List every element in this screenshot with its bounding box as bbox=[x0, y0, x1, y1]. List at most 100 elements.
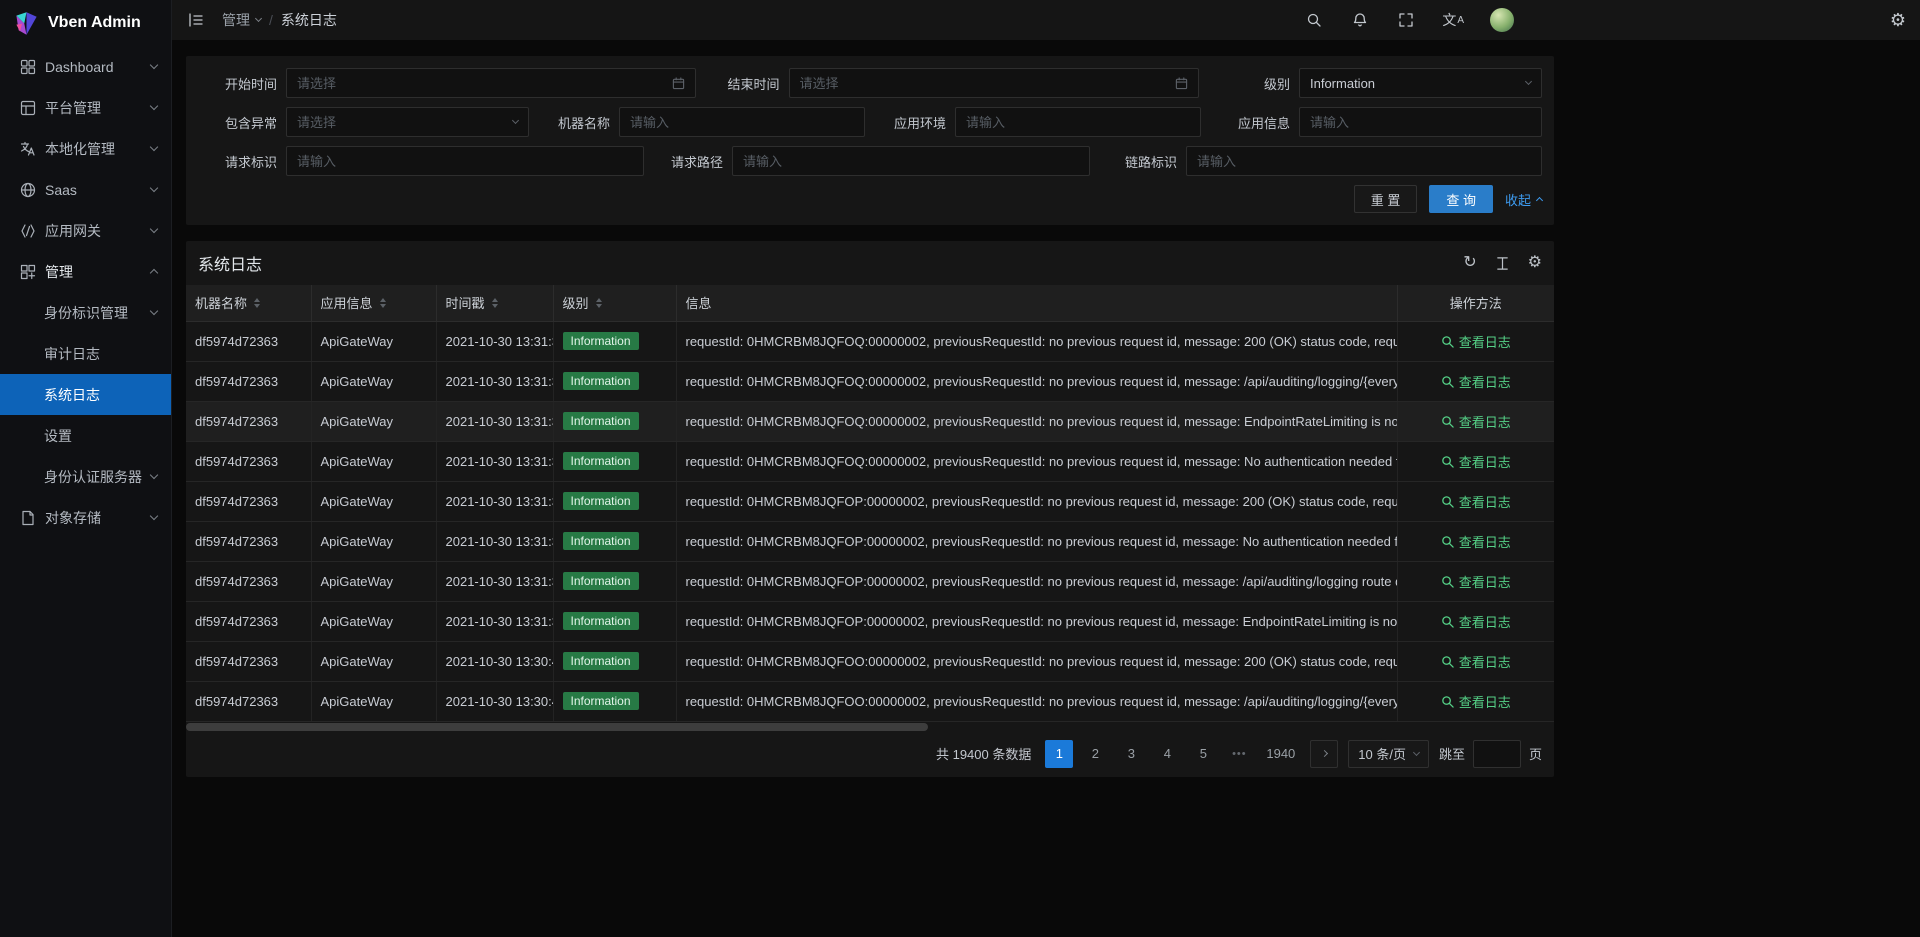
menu-fold-icon[interactable] bbox=[186, 10, 206, 30]
start-time-datepicker[interactable] bbox=[286, 68, 696, 98]
log-table: 机器名称应用信息时间戳级别信息操作方法 df5974d72363ApiGateW… bbox=[186, 285, 1554, 722]
cell-actions: 查看日志 bbox=[1397, 481, 1554, 521]
filter-include-exception: 包含异常 bbox=[198, 107, 529, 137]
sidebar-item-5-2[interactable]: 系统日志 bbox=[0, 374, 171, 415]
sidebar-item-label: 对象存储 bbox=[45, 508, 151, 528]
request-path-input[interactable] bbox=[743, 154, 1079, 169]
trace-id-field[interactable] bbox=[1186, 146, 1542, 176]
column-header-3[interactable]: 级别 bbox=[553, 285, 676, 321]
view-log-button[interactable]: 查看日志 bbox=[1441, 332, 1511, 351]
search-button[interactable]: 查 询 bbox=[1429, 185, 1493, 213]
filter-label: 机器名称 bbox=[531, 113, 619, 132]
jump-page-input[interactable] bbox=[1473, 740, 1521, 768]
view-log-button[interactable]: 查看日志 bbox=[1441, 692, 1511, 711]
app-env-input[interactable] bbox=[966, 115, 1190, 130]
view-log-button[interactable]: 查看日志 bbox=[1441, 492, 1511, 511]
magnifier-icon bbox=[1441, 695, 1454, 708]
sidebar-item-5[interactable]: 管理 bbox=[0, 251, 171, 292]
column-label: 应用信息 bbox=[321, 293, 373, 312]
include-exception-select[interactable] bbox=[286, 107, 529, 137]
end-time-input[interactable] bbox=[800, 76, 1169, 91]
view-log-button[interactable]: 查看日志 bbox=[1441, 452, 1511, 471]
column-height-icon[interactable] bbox=[1495, 256, 1510, 271]
pagination-page-4[interactable]: 4 bbox=[1153, 740, 1181, 768]
pagination-page-5[interactable]: 5 bbox=[1189, 740, 1217, 768]
sidebar-item-5-1[interactable]: 审计日志 bbox=[0, 333, 171, 374]
sidebar-item-label: 身份标识管理 bbox=[44, 303, 151, 323]
cell-level: Information bbox=[553, 601, 676, 641]
search-icon[interactable] bbox=[1304, 10, 1324, 30]
app-env-field[interactable] bbox=[955, 107, 1201, 137]
view-log-button[interactable]: 查看日志 bbox=[1441, 372, 1511, 391]
request-id-input[interactable] bbox=[297, 154, 633, 169]
scrollbar-thumb[interactable] bbox=[186, 723, 928, 731]
settings-gear-icon[interactable]: ⚙ bbox=[1888, 10, 1908, 30]
include-exception-value[interactable] bbox=[297, 115, 507, 130]
sidebar-item-4[interactable]: 应用网关 bbox=[0, 210, 171, 251]
column-header-0[interactable]: 机器名称 bbox=[186, 285, 311, 321]
sidebar-item-5-0[interactable]: 身份标识管理 bbox=[0, 292, 171, 333]
level-select-value[interactable] bbox=[1310, 76, 1520, 91]
app-info-field[interactable] bbox=[1299, 107, 1542, 137]
cell-machine-name: df5974d72363 bbox=[186, 441, 311, 481]
column-label: 时间戳 bbox=[446, 293, 485, 312]
sort-carets-icon bbox=[380, 298, 386, 308]
column-label: 操作方法 bbox=[1450, 293, 1502, 312]
page-size-select[interactable]: 10 条/页 bbox=[1348, 740, 1429, 768]
magnifier-icon bbox=[1441, 615, 1454, 628]
pagination-pages: 12345•••1940 bbox=[1045, 740, 1300, 768]
cell-actions: 查看日志 bbox=[1397, 361, 1554, 401]
table-row: df5974d72363ApiGateWay2021-10-30 13:31:3… bbox=[186, 561, 1554, 601]
request-path-field[interactable] bbox=[732, 146, 1090, 176]
notification-bell-icon[interactable] bbox=[1350, 10, 1370, 30]
request-id-field[interactable] bbox=[286, 146, 644, 176]
logo[interactable]: Vben Admin bbox=[0, 0, 171, 46]
app-title: Vben Admin bbox=[48, 14, 141, 32]
view-log-button[interactable]: 查看日志 bbox=[1441, 572, 1511, 591]
column-header-2[interactable]: 时间戳 bbox=[436, 285, 553, 321]
sidebar-item-6[interactable]: 对象存储 bbox=[0, 497, 171, 538]
cell-level: Information bbox=[553, 481, 676, 521]
translate-icon[interactable]: 文A bbox=[1442, 10, 1464, 30]
cell-app-info: ApiGateWay bbox=[311, 681, 436, 721]
sidebar-item-5-4[interactable]: 身份认证服务器 bbox=[0, 456, 171, 497]
sidebar-item-5-3[interactable]: 设置 bbox=[0, 415, 171, 456]
pagination-next-button[interactable] bbox=[1310, 740, 1338, 768]
collapse-link[interactable]: 收起 bbox=[1505, 190, 1542, 209]
trace-id-input[interactable] bbox=[1197, 154, 1531, 169]
breadcrumb-parent[interactable]: 管理 bbox=[222, 10, 261, 30]
sidebar-item-1[interactable]: 平台管理 bbox=[0, 87, 171, 128]
column-settings-gear-icon[interactable]: ⚙ bbox=[1528, 255, 1542, 271]
sidebar-item-3[interactable]: Saas bbox=[0, 169, 171, 210]
end-time-datepicker[interactable] bbox=[789, 68, 1199, 98]
sidebar-item-label: Saas bbox=[45, 182, 151, 198]
view-log-button[interactable]: 查看日志 bbox=[1441, 652, 1511, 671]
pagination-page-1[interactable]: 1 bbox=[1045, 740, 1073, 768]
pagination-page-1940[interactable]: 1940 bbox=[1261, 740, 1300, 768]
horizontal-scrollbar[interactable] bbox=[186, 722, 1554, 733]
pagination-page-2[interactable]: 2 bbox=[1081, 740, 1109, 768]
sidebar-item-label: Dashboard bbox=[45, 59, 151, 75]
view-log-button[interactable]: 查看日志 bbox=[1441, 412, 1511, 431]
view-log-button[interactable]: 查看日志 bbox=[1441, 532, 1511, 551]
fullscreen-icon[interactable] bbox=[1396, 10, 1416, 30]
filter-label: 请求标识 bbox=[198, 152, 286, 171]
sidebar-item-2[interactable]: 本地化管理 bbox=[0, 128, 171, 169]
pagination-total: 共 19400 条数据 bbox=[936, 744, 1031, 763]
sidebar-item-0[interactable]: Dashboard bbox=[0, 46, 171, 87]
app-info-input[interactable] bbox=[1310, 115, 1531, 130]
cell-app-info: ApiGateWay bbox=[311, 481, 436, 521]
cell-app-info: ApiGateWay bbox=[311, 441, 436, 481]
view-log-button[interactable]: 查看日志 bbox=[1441, 612, 1511, 631]
topbar-actions: 文A bbox=[1304, 8, 1514, 32]
platform-icon bbox=[20, 100, 36, 116]
refresh-icon[interactable]: ↻ bbox=[1463, 255, 1476, 271]
column-header-1[interactable]: 应用信息 bbox=[311, 285, 436, 321]
machine-name-input[interactable] bbox=[630, 115, 854, 130]
start-time-input[interactable] bbox=[297, 76, 666, 91]
machine-name-field[interactable] bbox=[619, 107, 865, 137]
level-select[interactable] bbox=[1299, 68, 1542, 98]
reset-button[interactable]: 重 置 bbox=[1354, 185, 1418, 213]
pagination-page-3[interactable]: 3 bbox=[1117, 740, 1145, 768]
avatar[interactable] bbox=[1490, 8, 1514, 32]
